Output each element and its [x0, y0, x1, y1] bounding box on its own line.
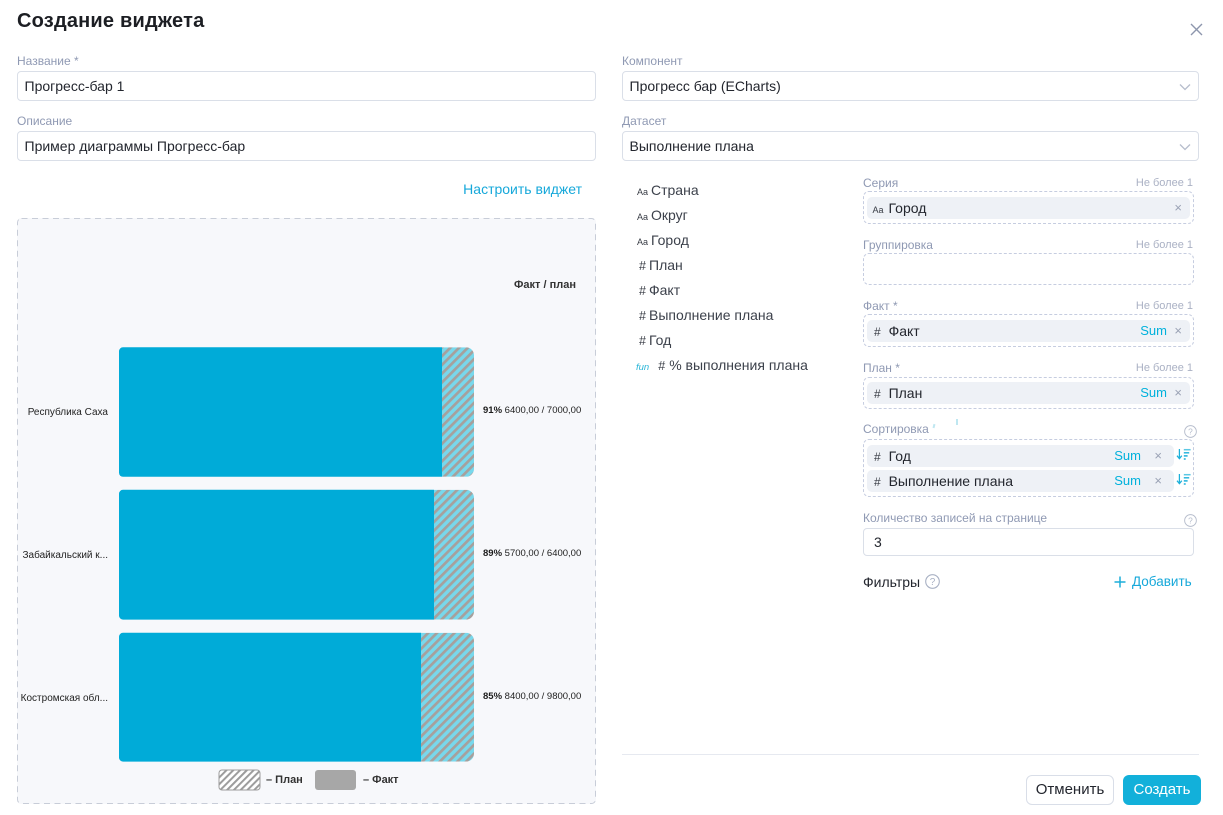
- svg-text:?: ?: [930, 577, 936, 588]
- svg-text:?: ?: [1188, 515, 1193, 525]
- svg-text:?: ?: [1188, 426, 1193, 436]
